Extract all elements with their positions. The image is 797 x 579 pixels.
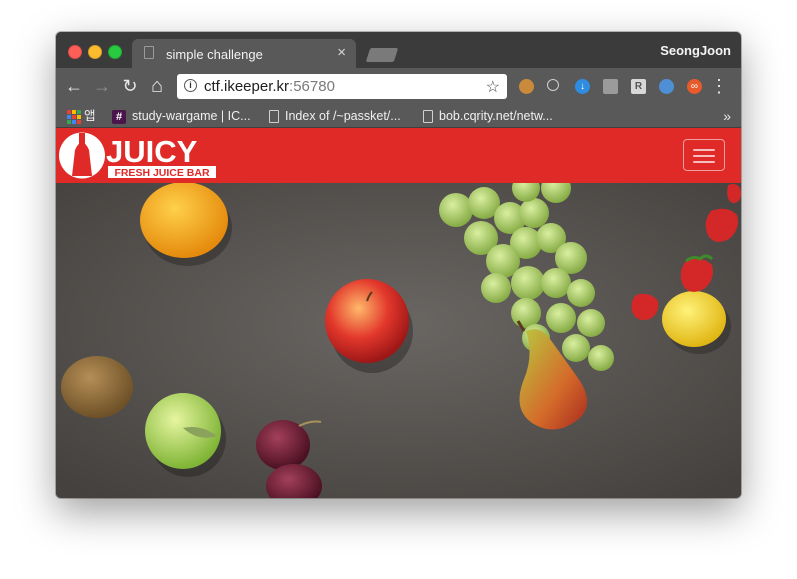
brand-tagline: FRESH JUICE BAR (114, 167, 210, 179)
globe-extension-icon[interactable] (659, 79, 674, 94)
page-icon (269, 110, 279, 124)
juicy-logo[interactable]: JUICY FRESH JUICE BAR (56, 128, 226, 183)
new-tab-button[interactable] (365, 48, 399, 62)
cookie-extension-icon[interactable] (519, 79, 534, 94)
bookmarks-overflow-button[interactable]: » (723, 107, 731, 125)
brand-name: JUICY (106, 134, 198, 169)
bookmark-label: study-wargame | IC... (132, 109, 251, 123)
bookmark-apps[interactable]: 앱 (67, 107, 96, 125)
browser-window: simple challenge × SeongJoon ← → ↻ ⌂ i c… (56, 32, 741, 498)
infinity-extension-icon[interactable]: ∞ (687, 79, 702, 94)
hamburger-line (693, 155, 715, 157)
menu-icon[interactable]: ⋮ (710, 76, 728, 96)
url-text: ctf.ikeeper.kr:56780 (204, 78, 335, 95)
url-port: :56780 (289, 78, 335, 95)
back-button[interactable]: ← (64, 76, 84, 96)
url-host: ctf.ikeeper.kr (204, 78, 290, 95)
reader-extension-icon[interactable]: R (631, 79, 646, 94)
bookmark-label: bob.cqrity.net/netw... (439, 109, 553, 123)
home-button[interactable]: ⌂ (147, 76, 167, 96)
menu-toggle-button[interactable] (683, 139, 725, 171)
apps-icon (67, 109, 81, 124)
bookmark-label: 앱 (84, 109, 96, 123)
tab-active[interactable]: simple challenge × (132, 39, 356, 68)
bookmarks-bar: 앱 # study-wargame | IC... Index of /~pass… (56, 105, 741, 128)
kiwi (61, 356, 133, 418)
hero-fruit-image (56, 183, 741, 498)
minimize-window-button[interactable] (88, 45, 102, 59)
bookmark-label: Index of /~passket/... (285, 109, 401, 123)
bookmark-study-wargame[interactable]: # study-wargame | IC... (112, 107, 251, 125)
tab-close-icon[interactable]: × (337, 45, 346, 60)
tab-strip: simple challenge × SeongJoon (56, 32, 741, 68)
bookmark-star-icon[interactable]: ☆ (486, 77, 500, 97)
reload-button[interactable]: ↻ (120, 76, 140, 96)
hamburger-line (693, 161, 715, 163)
site-navbar: JUICY FRESH JUICE BAR (56, 128, 741, 183)
profile-name[interactable]: SeongJoon (660, 43, 731, 58)
bookmark-bob-cqrity[interactable]: bob.cqrity.net/netw... (423, 107, 553, 125)
slack-icon: # (112, 109, 126, 124)
block-extension-icon[interactable] (547, 79, 559, 91)
page-icon (144, 46, 154, 59)
page-icon (423, 110, 433, 124)
page-viewport: JUICY FRESH JUICE BAR (56, 128, 741, 498)
hamburger-line (693, 149, 715, 151)
zoom-window-button[interactable] (108, 45, 122, 59)
bookmark-passket[interactable]: Index of /~passket/... (269, 107, 401, 125)
address-bar[interactable]: i ctf.ikeeper.kr:56780 ☆ (177, 74, 507, 99)
close-window-button[interactable] (68, 45, 82, 59)
forward-button[interactable]: → (92, 76, 112, 96)
toolbar: ← → ↻ ⌂ i ctf.ikeeper.kr:56780 ☆ ↓ R ∞ ⋮ (56, 68, 741, 105)
tab-title: simple challenge (166, 47, 263, 62)
download-extension-icon[interactable]: ↓ (575, 79, 590, 94)
info-icon[interactable]: i (184, 79, 197, 92)
drive-extension-icon[interactable] (603, 79, 618, 94)
